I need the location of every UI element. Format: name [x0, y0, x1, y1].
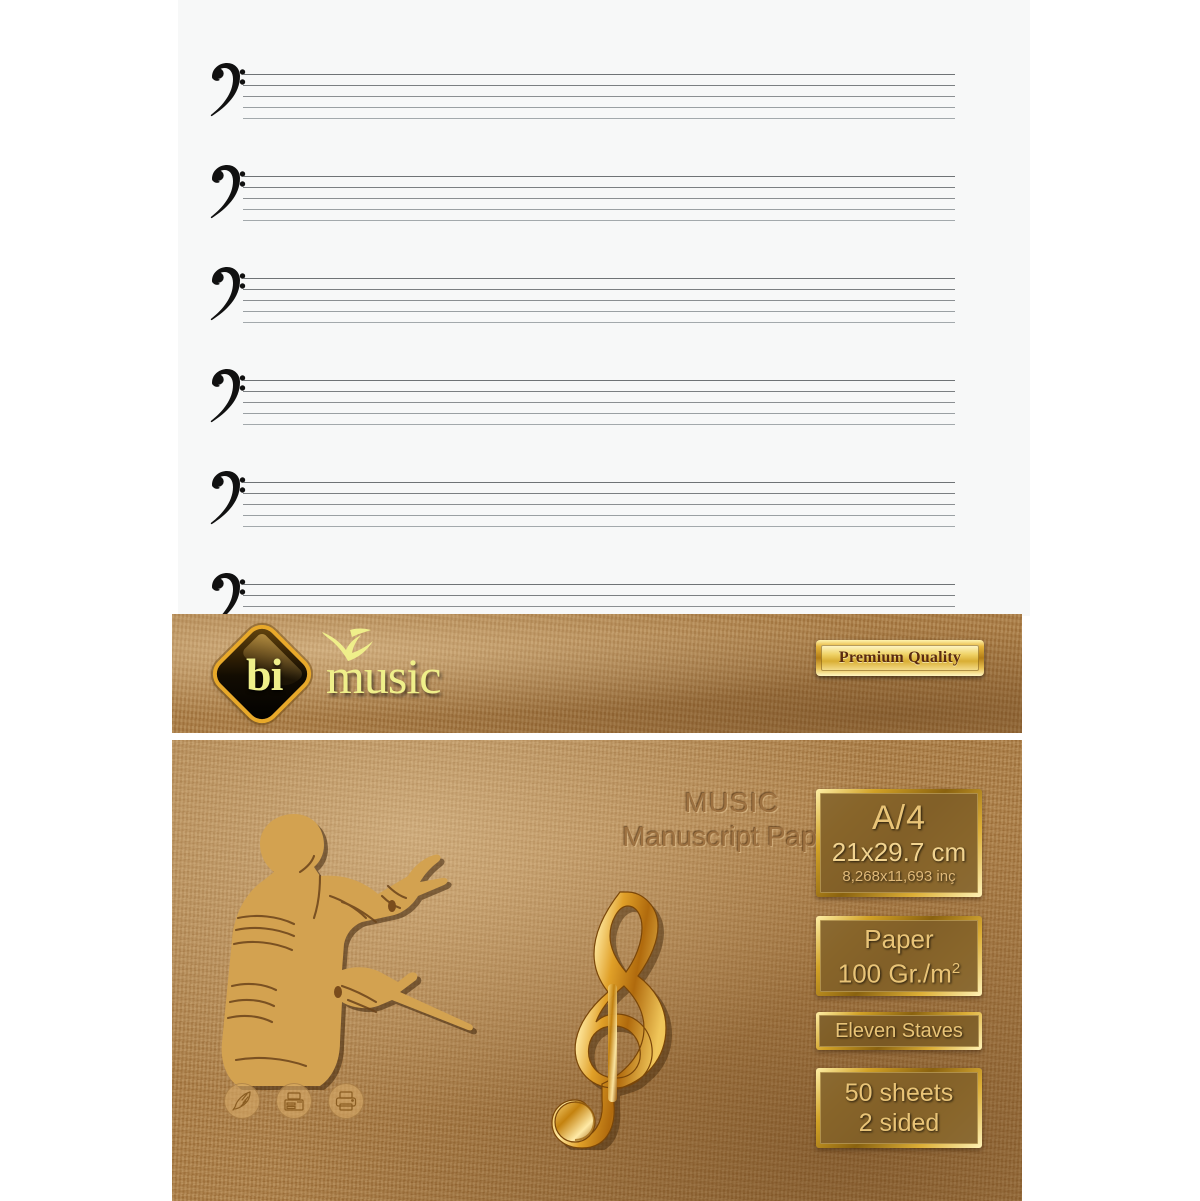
spec-box-staves: Eleven Staves: [816, 1012, 982, 1050]
staff-row: [210, 471, 955, 527]
staff-line: [243, 85, 955, 86]
staff-line: [243, 380, 955, 381]
staff-line: [243, 311, 955, 312]
bass-clef-icon: [210, 165, 246, 219]
conductor-silhouette: [221, 814, 477, 1090]
spec-face: A/4 21x29.7 cm 8,268x11,693 inç: [820, 793, 978, 893]
brand-band: bi music Premium Quality: [172, 614, 1022, 733]
paper-format-value: A/4: [871, 799, 927, 837]
bass-clef-icon: [210, 267, 246, 321]
staff-row: [210, 63, 955, 119]
printer-icon: [328, 1083, 364, 1119]
staff-line: [243, 278, 955, 279]
quill-pen-icon: [224, 1083, 260, 1119]
feature-icon-row: [224, 1083, 394, 1127]
paper-imperial-size: 8,268x11,693 inç: [842, 868, 956, 885]
staff-line: [243, 209, 955, 210]
bi-music-logo[interactable]: bi music: [211, 623, 516, 725]
staff-line: [243, 187, 955, 188]
staff-line: [243, 300, 955, 301]
staff-line: [243, 96, 955, 97]
premium-quality-badge: Premium Quality: [816, 640, 984, 676]
staff-line: [243, 595, 955, 596]
music-manuscript-sheet: [178, 0, 1030, 629]
staff-line: [243, 584, 955, 585]
staff-line: [243, 391, 955, 392]
spec-box-paper-weight: Paper 100 Gr./m2: [816, 916, 982, 996]
bird-icon: [322, 628, 373, 661]
staff-row: [210, 165, 955, 221]
treble-clef-icon: [551, 891, 672, 1150]
bass-clef-icon: [210, 471, 246, 525]
staff-line: [243, 515, 955, 516]
staff-line: [243, 504, 955, 505]
spec-face: 50 sheets 2 sided: [820, 1072, 978, 1144]
staff-line: [243, 413, 955, 414]
staff-line: [243, 606, 955, 607]
staff-line: [243, 526, 955, 527]
bass-clef-icon: [210, 63, 246, 117]
bass-clef-icon: [210, 369, 246, 423]
staff-line: [243, 176, 955, 177]
paper-weight-number: 100 Gr./m: [837, 958, 952, 989]
staff-line: [243, 493, 955, 494]
staff-line: [243, 107, 955, 108]
spec-box-sheets: 50 sheets 2 sided: [816, 1068, 982, 1148]
spec-face: Paper 100 Gr./m2: [820, 920, 978, 992]
staff-line: [243, 220, 955, 221]
logo-bi-text: bi: [246, 649, 283, 700]
staff-line: [243, 74, 955, 75]
copier-icon: [276, 1083, 312, 1119]
paper-label: Paper: [864, 923, 934, 954]
paper-weight-value: 100 Gr./m2: [837, 954, 961, 989]
staff-row: [210, 267, 955, 323]
paper-weight-exponent: 2: [951, 959, 961, 977]
sheet-count-label: 50 sheets: [844, 1079, 954, 1107]
staff-line: [243, 289, 955, 290]
staff-line: [243, 118, 955, 119]
premium-quality-label: Premium Quality: [838, 649, 962, 666]
staff-line: [243, 402, 955, 403]
staff-row: [210, 369, 955, 425]
sheet-sides-label: 2 sided: [858, 1109, 940, 1137]
staff-line: [243, 322, 955, 323]
paper-metric-size: 21x29.7 cm: [831, 837, 967, 867]
staff-line: [243, 482, 955, 483]
cover-panel: MUSIC Manuscript Paper A/4 21x29.7 cm 8,…: [172, 740, 1022, 1201]
staff-line: [243, 424, 955, 425]
staves-count-label: Eleven Staves: [835, 1020, 963, 1042]
staff-line: [243, 198, 955, 199]
spec-box-size: A/4 21x29.7 cm 8,268x11,693 inç: [816, 789, 982, 897]
spec-face: Eleven Staves: [819, 1015, 979, 1047]
